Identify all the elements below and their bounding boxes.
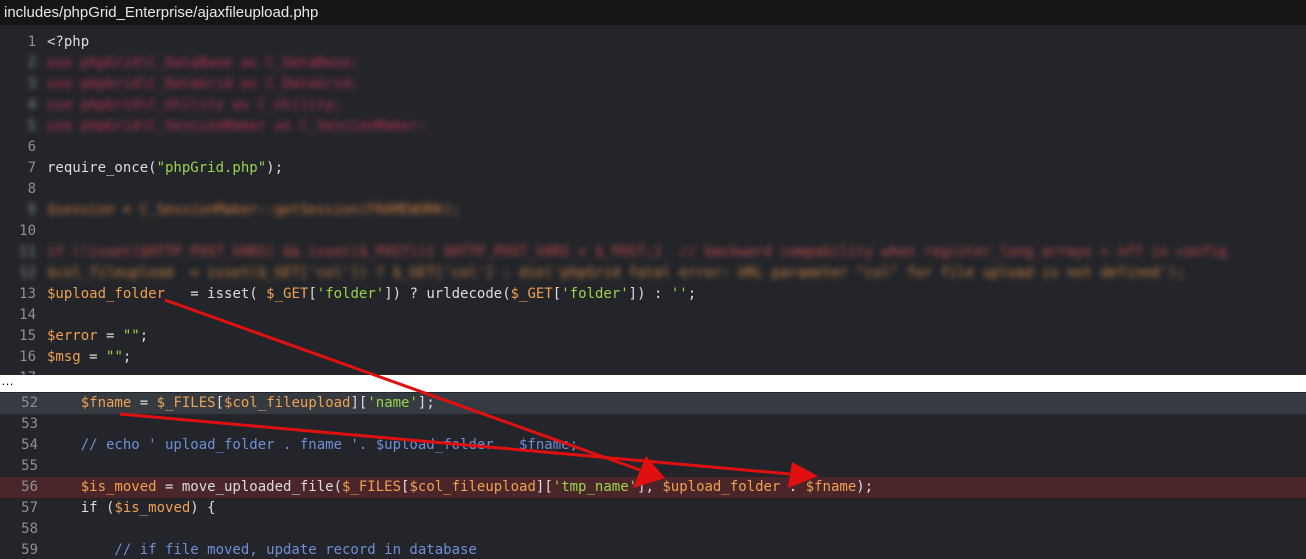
code-line: 14 xyxy=(0,305,1306,326)
code-line-comment: 59 // if file moved, update record in da… xyxy=(0,540,1306,559)
line-number: 8 xyxy=(27,181,36,197)
line-number: 7 xyxy=(27,160,36,176)
line-number: 12 xyxy=(19,265,36,281)
code-line-blurred: 5 use phpGrid\C_SessionMaker as C_Session… xyxy=(0,116,1306,137)
line-code: $msg = ""; xyxy=(47,349,132,365)
line-number: 1 xyxy=(27,34,36,50)
line-number: 13 xyxy=(19,286,36,302)
line-number: 58 xyxy=(21,521,38,537)
line-number: 15 xyxy=(19,328,36,344)
code-line: 16 $msg = ""; xyxy=(0,347,1306,368)
line-number: 2 xyxy=(27,55,36,71)
code-line-blurred: 9 $session = C_SessionMaker::getSession(F… xyxy=(0,200,1306,221)
code-line: 57 if ($is_moved) { xyxy=(0,498,1306,519)
line-code: <?php xyxy=(47,34,90,50)
line-code: // if file moved, update record in datab… xyxy=(47,542,477,558)
code-pane-bottom: 52 $fname = $_FILES[$col_fileupload]['na… xyxy=(0,392,1306,559)
code-line-upload-folder: 13 $upload_folder = isset( $_GET['folder'… xyxy=(0,284,1306,305)
code-line: 7 require_once("phpGrid.php"); xyxy=(0,158,1306,179)
line-number: 16 xyxy=(19,349,36,365)
line-number: 55 xyxy=(21,458,38,474)
code-line-blurred: 3 use phpGrid\C_DataGrid as C_DataGrid; xyxy=(0,74,1306,95)
code-line: 15 $error = ""; xyxy=(0,326,1306,347)
line-number: 10 xyxy=(19,223,36,239)
line-code: if (!isset($HTTP_POST_VARS) && isset($_P… xyxy=(47,244,1228,260)
line-code: $error = ""; xyxy=(47,328,149,344)
line-number: 4 xyxy=(27,97,36,113)
line-number: 56 xyxy=(21,479,38,495)
code-line-comment: 54 // echo ' upload_folder . fname '. $u… xyxy=(0,435,1306,456)
line-number: 9 xyxy=(27,202,36,218)
code-line-blurred: 11 if (!isset($HTTP_POST_VARS) && isset($… xyxy=(0,242,1306,263)
line-number: 53 xyxy=(21,416,38,432)
line-code: // echo ' upload_folder . fname '. $uplo… xyxy=(47,437,579,453)
code-line-blurred: 2 use phpGrid\C_DataBase as C_DataBase; xyxy=(0,53,1306,74)
line-number: 57 xyxy=(21,500,38,516)
line-number: 11 xyxy=(19,244,36,260)
code-line: 55 xyxy=(0,456,1306,477)
line-number: 5 xyxy=(27,118,36,134)
code-line: 10 xyxy=(0,221,1306,242)
omitted-lines-separator: … xyxy=(0,373,1306,392)
line-number: 52 xyxy=(21,395,38,411)
line-code: if ($is_moved) { xyxy=(47,500,216,516)
line-number: 6 xyxy=(27,139,36,155)
code-line: 1 <?php xyxy=(0,32,1306,53)
code-line: 58 xyxy=(0,519,1306,540)
ellipsis: … xyxy=(1,373,14,388)
line-code: use phpGrid\C_DataBase as C_DataBase; xyxy=(47,55,359,71)
line-code: require_once("phpGrid.php"); xyxy=(47,160,284,176)
code-line: 17 xyxy=(0,368,1306,375)
line-number: 59 xyxy=(21,542,38,558)
code-pane-top: 1 <?php 2 use phpGrid\C_DataBase as C_Data… xyxy=(0,25,1306,375)
line-code: use phpGrid\C_DataGrid as C_DataGrid; xyxy=(47,76,359,92)
code-line-highlighted: 56 $is_moved = move_uploaded_file($_FILE… xyxy=(0,477,1306,498)
code-line-blurred: 12 $col_fileupload = isset($_GET['col']) … xyxy=(0,263,1306,284)
line-code: $fname = $_FILES[$col_fileupload]['name'… xyxy=(80,395,435,411)
code-line-blurred: 4 use phpGrid\C_Utility as C_Utility; xyxy=(0,95,1306,116)
line-number: 3 xyxy=(27,76,36,92)
line-number: 14 xyxy=(19,307,36,323)
line-code: $session = C_SessionMaker::getSession(FR… xyxy=(47,202,461,218)
file-path-title: includes/phpGrid_Enterprise/ajaxfileuplo… xyxy=(0,0,1306,25)
line-code: $col_fileupload = isset($_GET['col']) ? … xyxy=(47,265,1185,281)
code-line: 8 xyxy=(0,179,1306,200)
line-code: use phpGrid\C_Utility as C_Utility; xyxy=(47,97,343,113)
line-code: $is_moved = move_uploaded_file($_FILES[$… xyxy=(80,479,874,495)
line-code: $upload_folder = isset( $_GET['folder'])… xyxy=(47,286,697,302)
line-code: use phpGrid\C_SessionMaker as C_SessionM… xyxy=(47,118,427,134)
code-line-highlighted: 52 $fname = $_FILES[$col_fileupload]['na… xyxy=(0,393,1306,414)
line-number: 54 xyxy=(21,437,38,453)
code-line: 53 xyxy=(0,414,1306,435)
code-line: 6 xyxy=(0,137,1306,158)
